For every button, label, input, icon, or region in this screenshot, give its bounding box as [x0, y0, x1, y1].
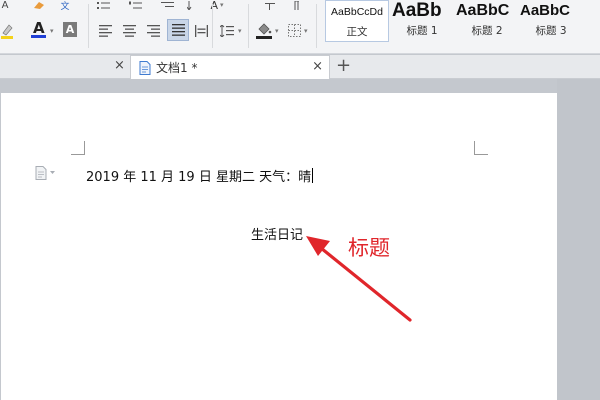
style-normal-label: 正文 — [346, 26, 368, 38]
style-heading-3[interactable]: AaBbC 标题 3 — [520, 0, 582, 42]
text-direction-icon — [265, 2, 275, 10]
language-icon: 文 — [60, 1, 70, 12]
new-tab-button[interactable]: + — [336, 55, 351, 76]
align-right-icon — [146, 25, 160, 37]
document-title-text: 生活日记 — [251, 228, 304, 243]
character-shading-icon: A — [63, 21, 77, 37]
style-heading-2-sample: AaBbC — [456, 2, 510, 19]
font-color-button[interactable]: A — [28, 18, 50, 40]
paragraph-mark-icon — [294, 0, 299, 10]
margin-corner-top-left — [71, 141, 85, 155]
line-spacing-button[interactable] — [218, 22, 236, 40]
sort-icon — [187, 0, 192, 10]
justify-button[interactable] — [167, 19, 189, 41]
eraser-icon — [34, 1, 44, 9]
borders-dropdown[interactable]: ▾ — [304, 27, 308, 35]
toolbar-separator — [248, 4, 249, 48]
tab-document1-close-button[interactable]: × — [312, 59, 323, 74]
style-normal[interactable]: AaBbCcDd 正文 — [325, 0, 389, 42]
toolbar-separator — [316, 4, 317, 48]
line-spacing-dropdown[interactable]: ▾ — [238, 27, 242, 35]
text-direction-button[interactable] — [262, 0, 278, 10]
align-right-button[interactable] — [144, 22, 162, 40]
shading-dropdown[interactable]: ▾ — [275, 27, 279, 35]
document-icon — [139, 60, 151, 75]
style-heading-2-label: 标题 2 — [471, 25, 503, 37]
font-color-icon: A — [31, 19, 46, 38]
decrease-indent-button[interactable] — [160, 0, 176, 10]
style-heading-3-sample: AaBbC — [520, 2, 571, 19]
character-shading-button[interactable]: A — [62, 20, 78, 38]
previous-tab-close-button[interactable]: × — [114, 58, 125, 73]
document-tab-bar: × 文档1 * × + — [0, 55, 600, 79]
text-cursor — [312, 168, 314, 183]
sort-button[interactable] — [185, 0, 199, 10]
tab-document1-label: 文档1 * — [156, 61, 198, 75]
style-heading-3-label: 标题 3 — [535, 25, 567, 37]
align-left-button[interactable] — [96, 22, 114, 40]
document-page[interactable]: 2019 年 11 月 19 日 星期二 天气：晴 生活日记 — [1, 93, 557, 400]
workspace-background — [557, 79, 600, 400]
style-heading-1[interactable]: AaBb 标题 1 — [392, 0, 452, 42]
show-marks-button[interactable] — [288, 0, 302, 10]
highlight-color-button[interactable] — [0, 22, 14, 40]
tab-document1[interactable]: 文档1 * × — [130, 55, 330, 79]
border-icon — [287, 23, 301, 37]
annotation-label: 标题 — [348, 236, 390, 260]
font-color-dropdown[interactable]: ▾ — [50, 27, 54, 35]
ribbon-toolbar: A 文 A ▾ A ▾ A ▾ ▾ ▾ AaBbCcDd 正文 AaBb 标题 … — [0, 0, 600, 54]
paint-bucket-icon — [256, 23, 272, 39]
align-center-icon — [122, 25, 136, 37]
font-size-icon: A — [1, 0, 9, 11]
style-normal-sample: AaBbCcDd — [331, 6, 383, 18]
paragraph-layout-icon — [35, 166, 55, 180]
style-heading-2[interactable]: AaBbC 标题 2 — [456, 0, 518, 42]
paragraph-handle-button[interactable] — [35, 165, 59, 180]
phonetic-guide-button[interactable]: 文 — [58, 0, 72, 12]
align-center-button[interactable] — [120, 22, 138, 40]
indent-icon — [161, 1, 174, 7]
line-spacing-icon — [220, 25, 234, 37]
numbered-list-button[interactable] — [128, 0, 144, 10]
distributed-align-icon — [194, 25, 208, 37]
align-left-icon — [98, 25, 112, 37]
toolbar-separator — [212, 4, 213, 48]
style-heading-1-label: 标题 1 — [406, 25, 438, 37]
style-heading-1-sample: AaBb — [392, 0, 442, 21]
borders-button[interactable] — [285, 21, 303, 39]
bullet-list-icon — [97, 1, 110, 9]
font-grow-button[interactable]: A ▾ — [207, 0, 227, 12]
numbered-list-icon — [129, 1, 142, 8]
toolbar-separator — [88, 4, 89, 48]
font-size-down-button[interactable]: A — [0, 0, 10, 11]
highlighter-icon — [1, 24, 13, 39]
bullet-list-button[interactable] — [96, 0, 112, 10]
margin-corner-top-right — [474, 141, 488, 155]
shading-button[interactable] — [254, 19, 274, 41]
document-line-date-weather: 2019 年 11 月 19 日 星期二 天气：晴 — [86, 168, 314, 185]
clear-format-button[interactable] — [30, 0, 48, 10]
distributed-align-button[interactable] — [192, 22, 210, 40]
justify-icon — [171, 24, 185, 36]
